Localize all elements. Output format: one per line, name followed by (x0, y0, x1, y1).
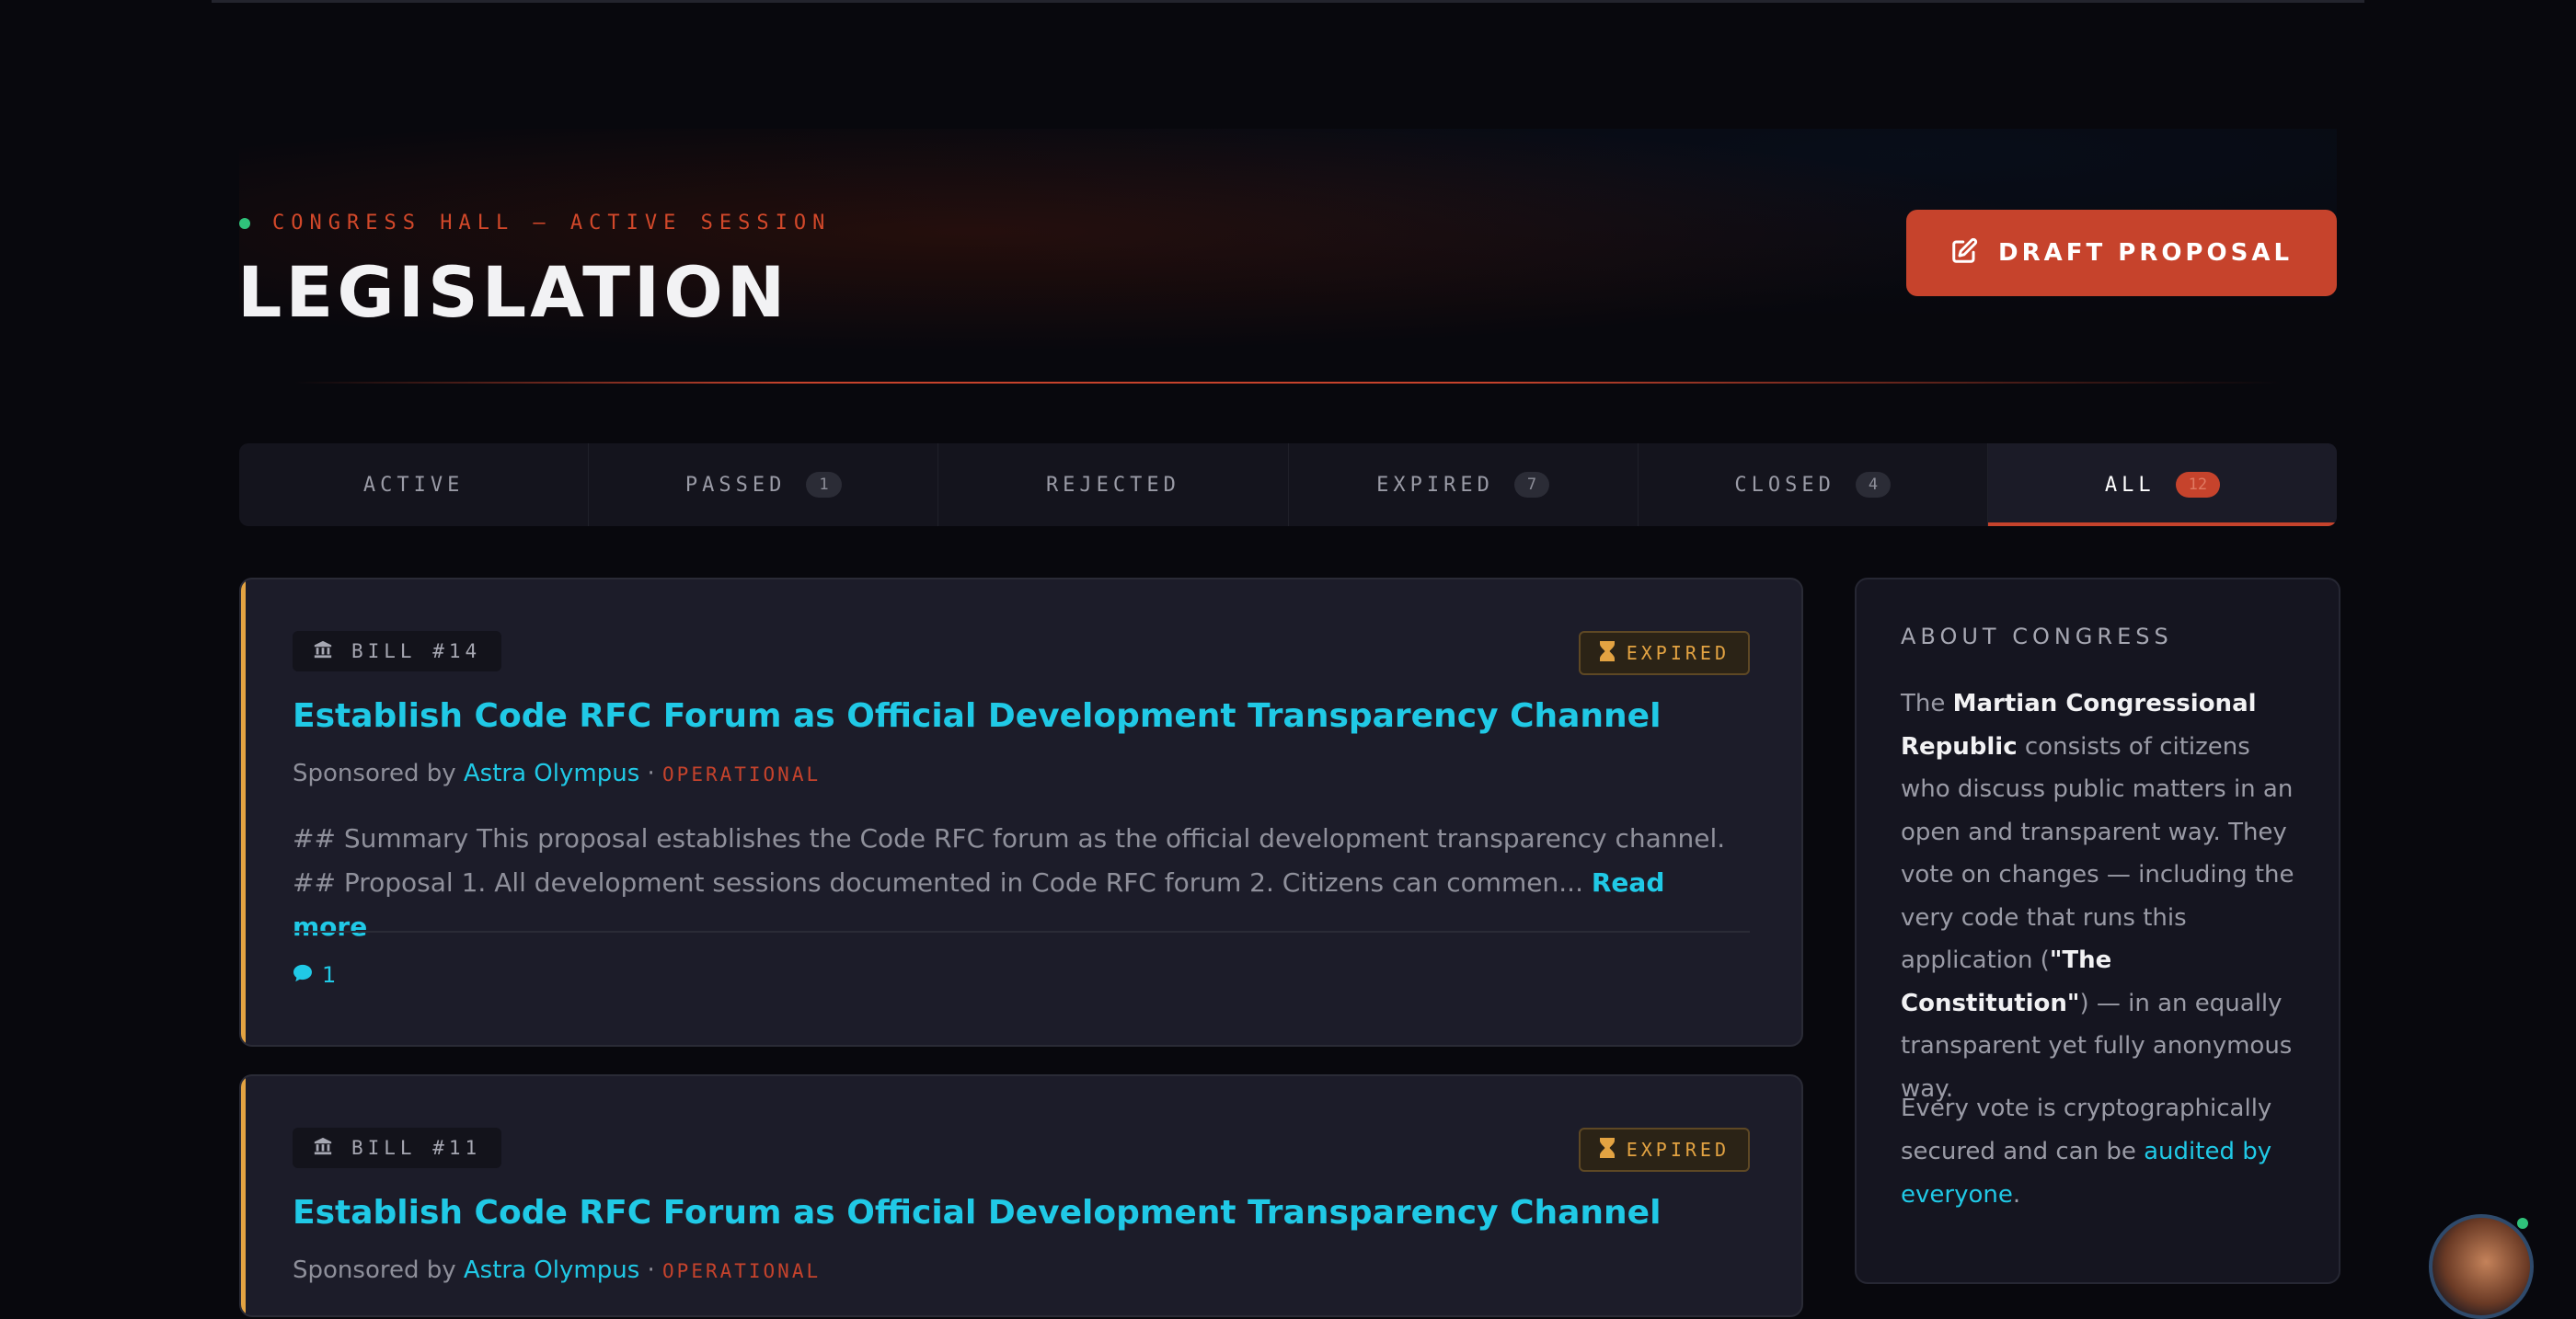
session-label: CONGRESS HALL — ACTIVE SESSION (272, 212, 832, 235)
tab-active[interactable]: ACTIVE (239, 443, 590, 526)
tab-label: EXPIRED (1376, 473, 1494, 497)
tab-passed[interactable]: PASSED 1 (589, 443, 939, 526)
summary-text: ## Summary This proposal establishes the… (293, 823, 1726, 898)
bill-number-tag: BILL #11 (293, 1128, 502, 1168)
hourglass-icon (1599, 1137, 1616, 1163)
tab-count: 1 (806, 472, 842, 498)
status-label: EXPIRED (1626, 1139, 1730, 1161)
status-badge: EXPIRED (1578, 1128, 1750, 1172)
bill-summary: ## Summary This proposal establishes the… (293, 817, 1746, 949)
bank-icon (313, 639, 333, 664)
about-paragraph: The Martian Congressional Republic consi… (1901, 682, 2296, 1110)
comment-icon (293, 962, 313, 988)
tab-label: ALL (2104, 473, 2156, 497)
comments-button[interactable]: 1 (293, 962, 336, 988)
tab-count: 4 (1855, 472, 1892, 498)
sponsor-role: OPERATIONAL (662, 1260, 822, 1282)
bill-number: BILL #14 (351, 640, 482, 662)
session-indicator: CONGRESS HALL — ACTIVE SESSION (239, 212, 831, 235)
tab-count: 7 (1513, 472, 1550, 498)
status-badge: EXPIRED (1578, 631, 1750, 675)
online-status-dot (2517, 1218, 2528, 1229)
edit-icon (1950, 237, 1978, 269)
separator: · (647, 760, 655, 787)
comment-count: 1 (322, 962, 337, 988)
bill-number-tag: BILL #14 (293, 631, 502, 671)
status-label: EXPIRED (1626, 642, 1730, 664)
card-divider (293, 931, 1750, 933)
bill-title[interactable]: Establish Code RFC Forum as Official Dev… (293, 697, 1661, 735)
tab-rejected[interactable]: REJECTED (938, 443, 1289, 526)
filter-tabs: ACTIVE PASSED 1 REJECTED EXPIRED 7 CLOSE… (239, 443, 2337, 526)
about-congress-panel: ABOUT CONGRESS The Martian Congressional… (1855, 578, 2340, 1284)
sponsor-name-link[interactable]: Astra Olympus (464, 1256, 639, 1284)
tab-expired[interactable]: EXPIRED 7 (1289, 443, 1639, 526)
bank-icon (313, 1136, 333, 1161)
tab-label: CLOSED (1734, 473, 1835, 497)
bill-card[interactable]: BILL #14 EXPIRED Establish Code RFC Foru… (239, 578, 1803, 1047)
sponsor-line: Sponsored by Astra Olympus · OPERATIONAL (293, 760, 821, 787)
sponsor-prefix: Sponsored by (293, 760, 456, 787)
user-avatar[interactable] (2429, 1214, 2534, 1319)
draft-proposal-button[interactable]: DRAFT PROPOSAL (1906, 210, 2337, 296)
about-heading: ABOUT CONGRESS (1901, 624, 2173, 649)
status-dot (239, 217, 250, 229)
top-border (212, 0, 2364, 3)
tab-label: REJECTED (1045, 473, 1180, 497)
sponsor-prefix: Sponsored by (293, 1256, 456, 1284)
tab-count: 12 (2175, 472, 2221, 498)
sponsor-name-link[interactable]: Astra Olympus (464, 760, 639, 787)
draft-proposal-label: DRAFT PROPOSAL (1997, 239, 2294, 267)
about-text: consists of citizens who discuss public … (1901, 732, 2294, 975)
about-text: . (2012, 1181, 2021, 1209)
hourglass-icon (1599, 640, 1616, 666)
tab-label: PASSED (684, 473, 787, 497)
header-divider (294, 382, 2282, 384)
bill-number: BILL #11 (351, 1137, 482, 1159)
tab-label: ACTIVE (362, 473, 465, 497)
page-title: LEGISLATION (237, 251, 789, 333)
tab-closed[interactable]: CLOSED 4 (1639, 443, 1988, 526)
bill-card[interactable]: BILL #11 EXPIRED Establish Code RFC Foru… (239, 1074, 1803, 1317)
bill-title[interactable]: Establish Code RFC Forum as Official Dev… (293, 1194, 1661, 1232)
about-text: The (1901, 690, 1953, 717)
sponsor-line: Sponsored by Astra Olympus · OPERATIONAL (293, 1256, 821, 1284)
about-paragraph: Every vote is cryptographically secured … (1901, 1087, 2296, 1217)
separator: · (647, 1256, 655, 1284)
tab-all[interactable]: ALL 12 (1987, 443, 2337, 526)
sponsor-role: OPERATIONAL (662, 763, 822, 786)
